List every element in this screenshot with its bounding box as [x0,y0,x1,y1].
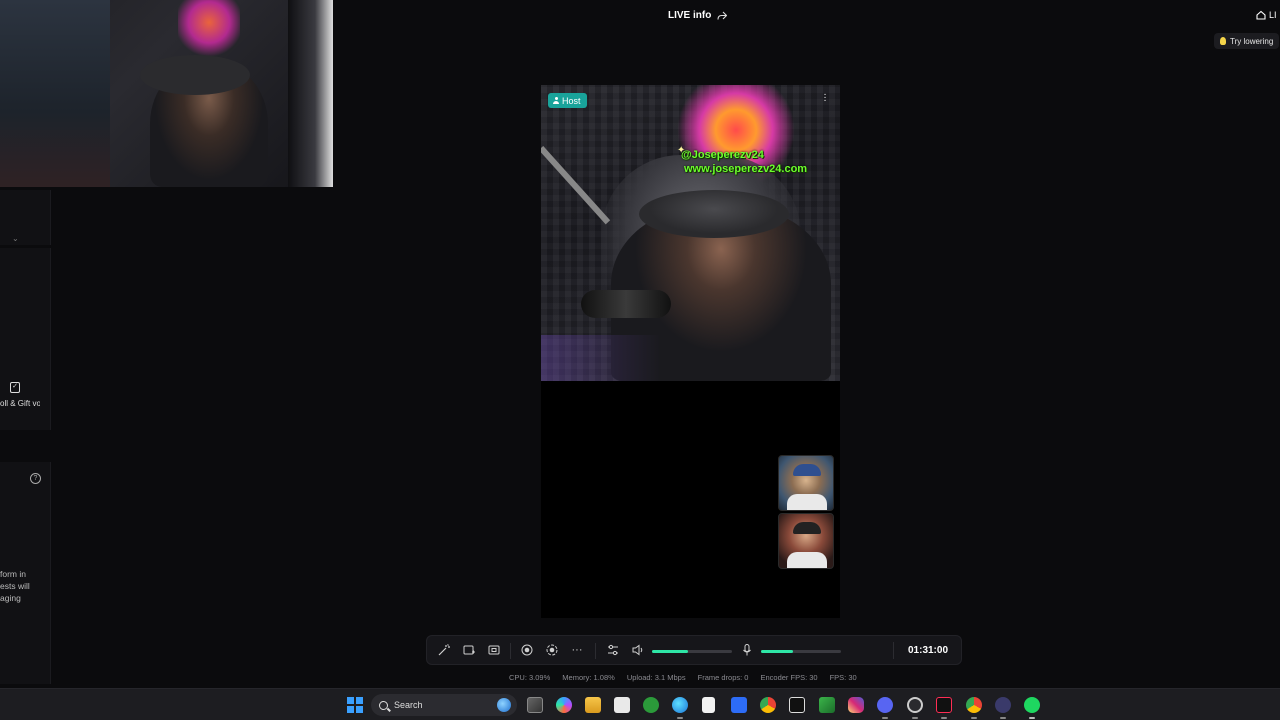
stat-fps: FPS: 30 [829,673,857,682]
settings-sliders-icon[interactable] [606,643,620,657]
preview-background-shelf [0,0,110,187]
host-badge: Host [548,93,587,108]
speaker-volume-fill [652,650,688,653]
camera-preview [0,0,333,187]
tiktok-active-indicator [941,717,947,719]
magic-wand-icon[interactable] [437,643,451,657]
vectorworks-icon[interactable] [819,697,835,713]
guest-shirt [787,552,827,568]
guest-cap [793,522,821,534]
copilot-icon[interactable] [556,697,572,713]
home-button[interactable]: LI [1256,10,1277,20]
guest-shirt [787,494,827,510]
poll-gift-vote-button[interactable]: oll & Gift vote [0,399,40,409]
guest-avatar-2[interactable] [778,513,834,569]
live-info-label: LIVE info [668,10,712,21]
spotify-icon[interactable] [1024,697,1040,713]
tiktok-icon[interactable] [936,697,952,713]
performance-tip[interactable]: Try lowering [1214,33,1280,49]
stream-control-bar: ··· 01:31:00 [426,635,962,665]
microphone-icon[interactable] [740,643,754,657]
live-studio-window: ⌄ ✓ oll & Gift vote ? form in ests will … [0,0,1280,720]
layout-icon[interactable] [487,643,501,657]
notepad-icon[interactable] [702,697,715,713]
home-icon [1256,10,1266,20]
share-icon [717,11,728,20]
performance-stats: CPU: 3.09% Memory: 1.08% Upload: 3.1 Mbp… [509,673,857,682]
more-horizontal-icon[interactable]: ··· [570,643,584,657]
lightbulb-icon [1220,37,1226,45]
host-video[interactable]: ✦ @Joseperezv24 www.joseperezv24.com Hos… [541,85,840,381]
chrome-icon[interactable] [760,697,776,713]
live-info-button[interactable]: LIVE info [668,10,728,21]
stat-encoder-fps: Encoder FPS: 30 [760,673,818,682]
vote-icon[interactable]: ✓ [10,382,20,393]
xbox-icon[interactable] [643,697,659,713]
windows-taskbar: Search [0,688,1280,720]
speaker-icon[interactable] [631,643,645,657]
search-highlight-icon [497,698,511,712]
chrome-alt-icon[interactable] [966,697,982,713]
windows-icon[interactable] [347,697,363,713]
guest-avatar-1[interactable] [778,455,834,511]
file-explorer-icon[interactable] [585,697,601,713]
tip-text: Try lowering [1230,36,1274,46]
mic-volume-fill [761,650,793,653]
sidebar-info-text: form in ests will aging [0,569,30,603]
capture-active-indicator [1000,717,1006,719]
home-label: LI [1269,10,1277,20]
capcut-icon[interactable] [789,697,805,713]
search-label: Search [394,700,423,710]
stat-memory: Memory: 1.08% [562,673,615,682]
host-hat [639,190,789,238]
store-icon[interactable] [614,697,630,713]
live-stage: ✦ @Joseperezv24 www.joseperezv24.com Hos… [541,85,840,618]
search-icon [379,700,388,710]
obs-active-indicator [912,717,918,719]
record-icon[interactable] [520,643,534,657]
divider [510,643,511,659]
edge-icon[interactable] [672,697,688,713]
preview-neon-sign [178,0,240,56]
stat-frame-drops: Frame drops: 0 [697,673,749,682]
add-source-icon[interactable] [462,643,476,657]
screen-capture-icon[interactable] [995,697,1011,713]
chevron-down-icon[interactable]: ⌄ [12,234,19,243]
zoom-icon[interactable] [731,697,747,713]
microphone [581,290,671,318]
screenshot-icon[interactable] [545,643,559,657]
obs-icon[interactable] [907,697,923,713]
live-timer: 01:31:00 [907,644,949,656]
overlay-website: www.joseperezv24.com [684,163,808,175]
help-icon[interactable]: ? [30,473,41,484]
spotify-active-indicator [1029,717,1035,719]
discord-icon[interactable] [877,697,893,713]
divider [595,643,596,659]
speaker-volume-slider[interactable] [652,650,732,653]
preview-hat [140,55,250,95]
stat-cpu: CPU: 3.09% [509,673,551,682]
person-icon [553,97,559,104]
stat-upload: Upload: 3.1 Mbps [626,673,686,682]
instagram-icon[interactable] [848,697,864,713]
mic-volume-slider[interactable] [761,650,841,653]
discord-active-indicator [882,717,888,719]
guest-cap [793,464,821,476]
preview-edge [288,0,333,187]
sidebar-panel-top: ⌄ [0,190,51,245]
ambient-glow [541,335,840,381]
divider [893,642,894,659]
host-badge-label: Host [562,95,581,106]
more-vertical-icon[interactable]: · · · [822,90,828,106]
overlay-handle: @Joseperezv24 [681,149,764,161]
taskbar-search[interactable]: Search [371,694,517,716]
edge-active-indicator [677,717,683,719]
chrome-active-indicator [971,717,977,719]
task-view-icon[interactable] [527,697,543,713]
